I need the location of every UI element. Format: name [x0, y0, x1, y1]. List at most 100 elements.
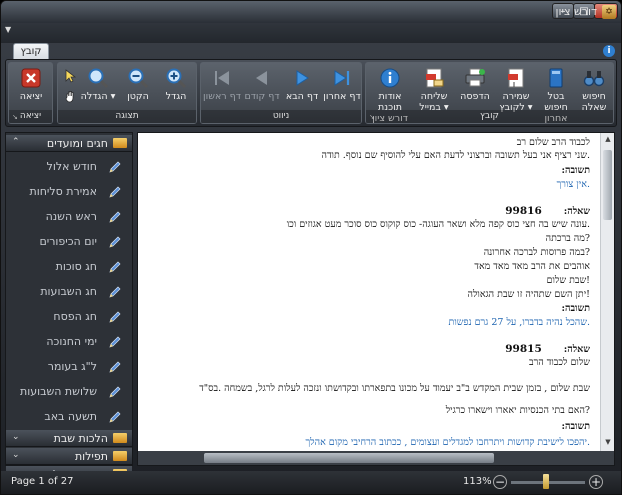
magnifier-icon — [88, 68, 109, 89]
print-button[interactable]: הדפסה — [456, 67, 494, 102]
document-line: ?מה ברכתה — [546, 233, 590, 244]
sidebar-section-shabbat-laws[interactable]: ⌄ הלכות שבת — [6, 430, 132, 447]
sidebar-section-prayers[interactable]: ⌄ תפילות — [6, 448, 132, 465]
sidebar-item-label: חג השבועות — [40, 285, 97, 298]
zoom-level: 113% — [463, 476, 492, 487]
next-page-button[interactable]: דף הבא — [283, 67, 321, 102]
line-text: ?האם בתי הכנסיות יאארו וישארו כרגיל — [445, 405, 590, 416]
send-email-button[interactable]: שליחה במייל ▾ — [414, 67, 454, 113]
sidebar-item[interactable]: חג הפסח — [6, 305, 132, 330]
tab-file[interactable]: קובץ — [13, 43, 49, 60]
sidebar-item[interactable]: ל"ג בעומר — [6, 355, 132, 380]
question-number: 99815 — [505, 343, 542, 355]
previous-page-button[interactable]: דף קודם — [243, 67, 281, 102]
dialog-launcher-icon[interactable]: ↘ — [12, 113, 18, 121]
pencil-icon — [109, 236, 121, 248]
line-text: תשובה: — [561, 303, 591, 314]
scroll-up-icon[interactable]: ▲ — [603, 135, 613, 146]
zoom-in-icon — [166, 68, 187, 89]
quick-access-toolbar: ▼ — [1, 23, 621, 43]
pencil-icon — [109, 336, 121, 348]
sidebar-item[interactable]: חודש אלול — [6, 155, 132, 180]
chevron-down-icon: ⌄ — [12, 450, 20, 460]
exit-button[interactable]: יציאה — [13, 67, 49, 102]
line-text: .אין צורך — [556, 179, 590, 190]
zoom-slider-thumb[interactable] — [543, 474, 549, 489]
answer-heading: תשובה: — [562, 421, 591, 432]
chevron-up-icon: ⌃ — [12, 137, 20, 147]
sidebar-item[interactable]: תשעה באב — [6, 405, 132, 430]
answer-text: .שהכל נהיה בדברו, על 27 גרם נפשות — [449, 317, 590, 328]
line-text: שלום לכבוד הרב — [529, 357, 590, 368]
previous-page-icon — [256, 71, 267, 85]
search-question-button[interactable]: חיפוש שאלה — [576, 67, 612, 113]
print-label: הדפסה — [460, 91, 490, 102]
app-menu-icon[interactable]: ▼ — [5, 25, 11, 34]
first-page-label: דף ראשון — [203, 91, 241, 102]
sidebar-item-label: ל"ג בעומר — [47, 360, 97, 373]
sidebar-section-holidays[interactable]: ⌃ חגים ומועדים — [6, 135, 132, 152]
last-page-button[interactable]: דף אחרון — [323, 67, 361, 102]
document-line: !שבת שלום — [547, 275, 590, 286]
line-text: !שבת שלום — [546, 275, 590, 286]
previous-page-label: דף קודם — [244, 91, 280, 102]
line-text: תשובה: — [561, 165, 591, 176]
pencil-icon — [109, 261, 121, 273]
sidebar-item[interactable]: ראש השנה — [6, 205, 132, 230]
sidebar-section-label: חגים ומועדים — [46, 137, 108, 150]
sidebar-item-label: ראש השנה — [45, 210, 97, 223]
line-text: שאלה: — [563, 344, 590, 355]
question-heading: שאלה: 99815 — [505, 343, 590, 355]
hand-tool-button[interactable] — [64, 90, 77, 106]
line-text: אוהבים את הרב מאד מאד מאד — [474, 261, 590, 272]
pencil-icon — [109, 386, 121, 398]
pencil-icon — [109, 286, 121, 298]
dialog-launcher-icon[interactable]: ↘ — [369, 113, 375, 121]
pencil-icon — [109, 361, 121, 373]
vertical-scrollbar[interactable]: ▲ ▼ — [600, 133, 614, 451]
ribbon-group-label: קובץ — [366, 110, 613, 123]
binoculars-icon — [583, 71, 605, 87]
save-to-file-button[interactable]: שמירה לקובץ ▾ — [496, 67, 536, 113]
sidebar-item-label: אמירת סליחות — [29, 185, 97, 198]
envelope-icon — [113, 451, 127, 461]
zoom-out-button[interactable]: הקטן — [120, 67, 156, 102]
document-viewer: לכבוד הרב שלום רב .שני רציף אני בעל תשובה… — [137, 132, 615, 466]
sidebar-item-label: חג הפסח — [53, 310, 97, 323]
sidebar-item-label: חודש אלול — [46, 160, 97, 173]
line-text: שבת שלום , בזמן שבית המקדש ב"ב יעמוד על … — [199, 383, 590, 394]
pencil-icon — [109, 161, 121, 173]
document-line: ?במה פרוסות לברכה אחרונה — [484, 247, 590, 258]
answer-heading: תשובה: — [562, 165, 591, 176]
zoom-out-icon[interactable]: − — [493, 475, 507, 489]
sidebar-item[interactable]: שלושת השבועות — [6, 380, 132, 405]
line-text: .יהפכו לישיבת קדושות ויתרחבו למגדלים ועצ… — [305, 437, 590, 448]
sidebar-item-label: שלושת השבועות — [19, 385, 97, 398]
select-tool-button[interactable] — [64, 69, 77, 86]
first-page-button[interactable]: דף ראשון — [203, 67, 241, 102]
horizontal-scroll-thumb[interactable] — [204, 453, 494, 463]
next-page-label: דף הבא — [285, 91, 319, 102]
horizontal-scrollbar[interactable] — [138, 451, 614, 465]
sidebar-item[interactable]: אמירת סליחות — [6, 180, 132, 205]
sidebar-item[interactable]: יום הכיפורים — [6, 230, 132, 255]
vertical-scroll-thumb[interactable] — [603, 150, 612, 220]
help-icon[interactable]: i — [603, 45, 615, 57]
line-text: !יתן השם שתהיה זו שבת הגאולה — [467, 289, 591, 300]
scroll-down-icon[interactable]: ▼ — [603, 438, 613, 449]
answer-heading: תשובה: — [562, 303, 591, 314]
sidebar-item[interactable]: חג השבועות — [6, 280, 132, 305]
line-text: ?מה ברכתה — [545, 233, 590, 244]
last-page-icon — [334, 70, 350, 86]
window-title: דורש ציון — [555, 5, 597, 18]
app-window: –□✕ דורש ציון ✡ ▼ i קובץ יציאה יציאה ↘ — [0, 0, 622, 495]
ribbon-group-label: תצוגה — [58, 110, 196, 123]
book-icon — [549, 68, 563, 88]
ribbon-group-navigation: דף ראשון דף קודם דף הבא דף אחרון ניווט — [200, 62, 362, 124]
zoom-in-icon[interactable]: + — [589, 475, 603, 489]
sidebar-item[interactable]: ימי החנוכה — [6, 330, 132, 355]
zoom-in-button[interactable]: הגדל — [158, 67, 194, 102]
magnification-button[interactable]: הגדלה ▾ — [78, 67, 118, 102]
line-text: .שני רציף אני בעל תשובה וברצוני לדעת האם… — [321, 150, 590, 161]
sidebar-item[interactable]: חג סוכות — [6, 255, 132, 280]
